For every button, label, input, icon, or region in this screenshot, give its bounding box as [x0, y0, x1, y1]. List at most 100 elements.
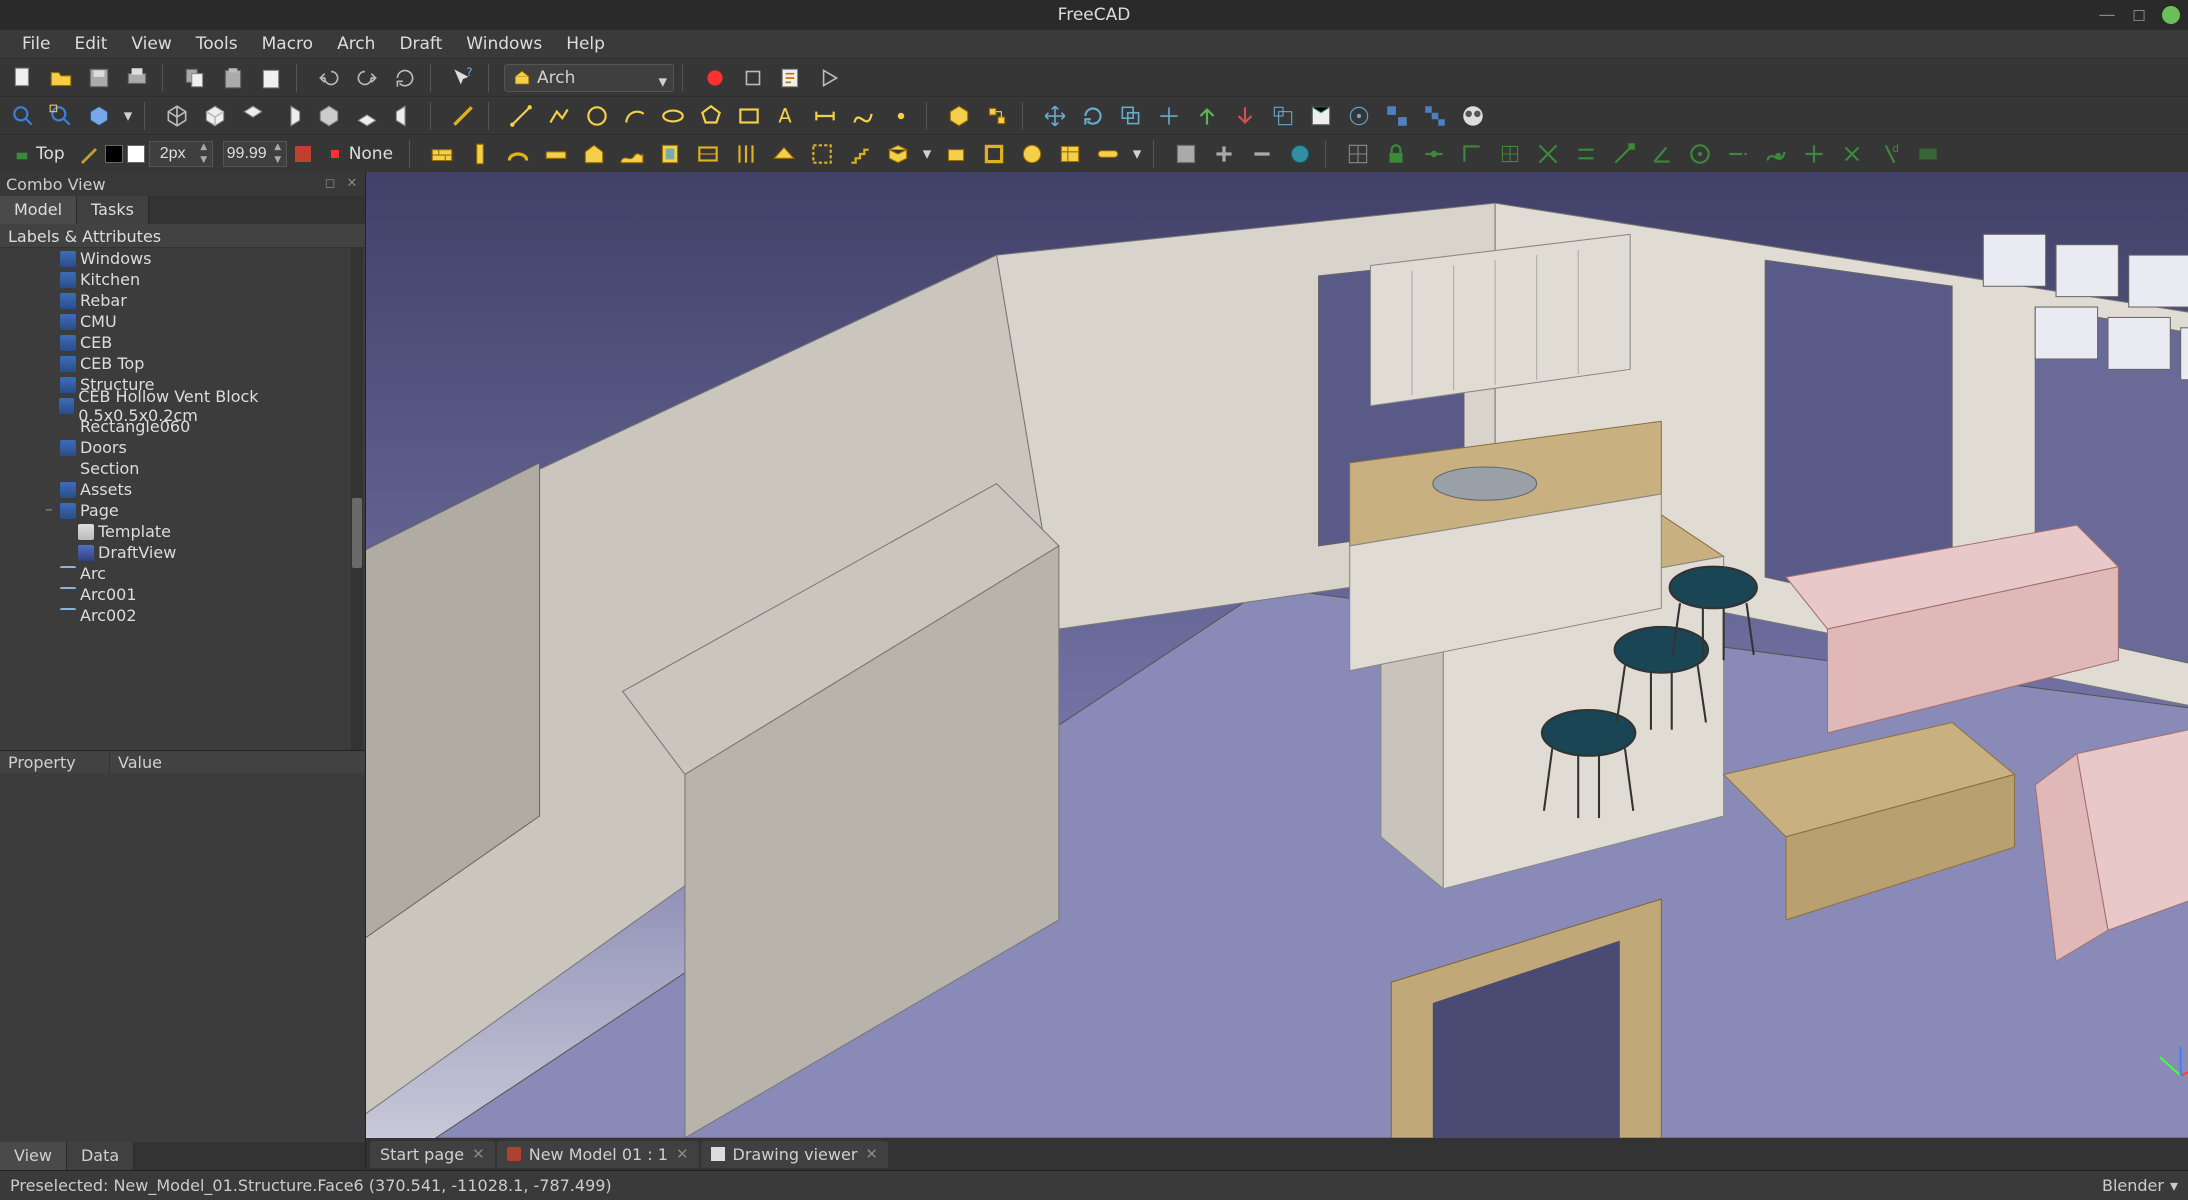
draft-move-icon[interactable] [1038, 99, 1072, 133]
linewidth-spinbox[interactable]: ▲▼ [149, 141, 213, 167]
paste-icon[interactable] [216, 61, 250, 95]
arch-schedule-icon[interactable] [1053, 137, 1087, 171]
construction-mode-button[interactable]: None [319, 144, 401, 164]
draft-bimserver-icon[interactable] [1456, 99, 1490, 133]
draft-wire-icon[interactable] [542, 99, 576, 133]
close-icon[interactable]: ✕ [676, 1145, 689, 1163]
draft-trimex-icon[interactable] [1152, 99, 1186, 133]
tree-item[interactable]: Arc [0, 563, 365, 584]
arch-equipment-icon[interactable] [939, 137, 973, 171]
snap-grid2-icon[interactable] [1493, 137, 1527, 171]
maximize-icon[interactable]: ◻ [2130, 6, 2148, 24]
draft-addpoint-icon[interactable] [1418, 99, 1452, 133]
draft-rotate-icon[interactable] [1076, 99, 1110, 133]
line-color-swatch[interactable] [127, 145, 145, 163]
apply-style-icon[interactable] [291, 137, 315, 171]
menu-windows[interactable]: Windows [454, 31, 554, 57]
snap-special-icon[interactable] [1835, 137, 1869, 171]
down-icon[interactable]: ▼ [196, 154, 212, 167]
linewidth-input[interactable] [150, 144, 196, 164]
snap-ortho-icon[interactable] [1797, 137, 1831, 171]
snap-perpendicular-icon[interactable] [1455, 137, 1489, 171]
menu-macro[interactable]: Macro [250, 31, 325, 57]
chevron-down-icon[interactable]: ▾ [1129, 137, 1145, 171]
fontsize-spinbox[interactable]: ▲▼ [223, 141, 287, 167]
close-icon[interactable]: ✕ [865, 1145, 878, 1163]
draft-line-icon[interactable] [504, 99, 538, 133]
arch-stairs-icon[interactable] [843, 137, 877, 171]
draft-arc-icon[interactable] [618, 99, 652, 133]
arch-space-icon[interactable] [805, 137, 839, 171]
macro-play-icon[interactable] [812, 61, 846, 95]
chevron-down-icon[interactable]: ▾ [120, 99, 136, 133]
draft-upgrade-icon[interactable] [1190, 99, 1224, 133]
new-document-icon[interactable] [6, 61, 40, 95]
draw-style-icon[interactable] [82, 99, 116, 133]
draft-polygon-icon[interactable] [694, 99, 728, 133]
macro-record-icon[interactable] [698, 61, 732, 95]
3d-viewport[interactable] [366, 172, 2188, 1138]
snap-angle-icon[interactable] [1645, 137, 1679, 171]
tree-item[interactable]: −Page [0, 500, 365, 521]
clipboard-icon[interactable] [254, 61, 288, 95]
arch-building-icon[interactable] [577, 137, 611, 171]
tree-item[interactable]: Rebar [0, 290, 365, 311]
arch-survey-icon[interactable] [1283, 137, 1317, 171]
tree-item[interactable]: Doors [0, 437, 365, 458]
chevron-down-icon[interactable]: ▾ [919, 137, 935, 171]
minimize-icon[interactable]: — [2098, 6, 2116, 24]
snap-grid-icon[interactable] [1341, 137, 1375, 171]
draft-dimension-icon[interactable] [808, 99, 842, 133]
print-icon[interactable] [120, 61, 154, 95]
arch-add-icon[interactable] [1207, 137, 1241, 171]
draft-scale-icon[interactable] [1266, 99, 1300, 133]
expand-icon[interactable]: − [42, 505, 56, 516]
draft-shapestring-icon[interactable] [942, 99, 976, 133]
tree-item[interactable]: Windows [0, 248, 365, 269]
tree-item[interactable]: CEB [0, 332, 365, 353]
draft-wire2bspline-icon[interactable] [1380, 99, 1414, 133]
draft-offset-icon[interactable] [1114, 99, 1148, 133]
tree-item[interactable]: Assets [0, 479, 365, 500]
snap-extension-icon[interactable] [1721, 137, 1755, 171]
macro-stop-icon[interactable] [736, 61, 770, 95]
fontsize-input[interactable] [224, 144, 270, 164]
menu-tools[interactable]: Tools [184, 31, 250, 57]
arch-wall-icon[interactable] [425, 137, 459, 171]
rear-view-icon[interactable] [312, 99, 346, 133]
tree-item[interactable]: Arc001 [0, 584, 365, 605]
tree-item[interactable]: CMU [0, 311, 365, 332]
copy-icon[interactable] [178, 61, 212, 95]
menu-file[interactable]: File [10, 31, 62, 57]
undo-icon[interactable] [312, 61, 346, 95]
right-view-icon[interactable] [274, 99, 308, 133]
open-document-icon[interactable] [44, 61, 78, 95]
tree-item[interactable]: DraftView [0, 542, 365, 563]
measure-icon[interactable] [446, 99, 480, 133]
set-style-icon[interactable] [77, 137, 101, 171]
tree-item[interactable]: Section [0, 458, 365, 479]
menu-arch[interactable]: Arch [325, 31, 387, 57]
tree-item[interactable]: Arc002 [0, 605, 365, 626]
arch-material-icon[interactable] [1015, 137, 1049, 171]
draft-point-icon[interactable] [884, 99, 918, 133]
snap-dimensions-icon[interactable]: d [1873, 137, 1907, 171]
close-icon[interactable]: ✕ [472, 1145, 485, 1163]
snap-endpoint-icon[interactable] [1607, 137, 1641, 171]
tree-item[interactable]: CEB Top [0, 353, 365, 374]
doc-tab-startpage[interactable]: Start page ✕ [370, 1141, 495, 1168]
draft-ellipse-icon[interactable] [656, 99, 690, 133]
tree-item[interactable]: Template [0, 521, 365, 542]
chevron-down-icon[interactable]: ▾ [2170, 1176, 2178, 1195]
arch-site-icon[interactable] [615, 137, 649, 171]
arch-structure-icon[interactable] [463, 137, 497, 171]
menu-edit[interactable]: Edit [62, 31, 119, 57]
menu-view[interactable]: View [119, 31, 183, 57]
menu-help[interactable]: Help [554, 31, 617, 57]
snap-near-icon[interactable] [1759, 137, 1793, 171]
arch-panel-icon[interactable] [881, 137, 915, 171]
panel-close-icon[interactable]: ✕ [343, 174, 361, 192]
zoom-selection-icon[interactable] [44, 99, 78, 133]
doc-tab-model[interactable]: New Model 01 : 1 ✕ [497, 1141, 699, 1168]
draft-bspline-icon[interactable] [846, 99, 880, 133]
